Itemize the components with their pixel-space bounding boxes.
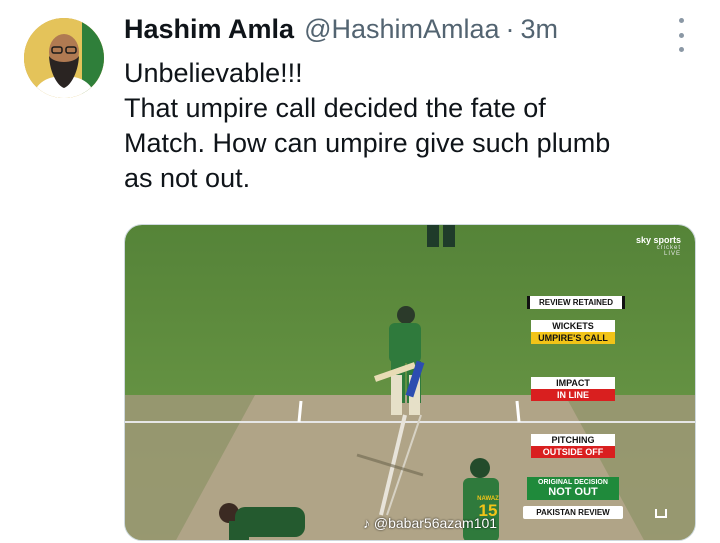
author-handle[interactable]: @HashimAmlaa <box>304 14 499 45</box>
more-vertical-icon-dot <box>678 32 684 38</box>
tweet-media-image[interactable]: sky sports cricket LIVE REVIEW RETAINED … <box>124 224 696 541</box>
drs-impact-value: IN LINE <box>531 389 615 401</box>
broadcaster-logo: sky sports cricket LIVE <box>633 235 681 257</box>
tweet-header: Hashim Amla @HashimAmlaa · 3m <box>124 14 664 50</box>
drs-original-value: NOT OUT <box>548 486 598 498</box>
more-vertical-icon <box>678 18 684 23</box>
more-options-button[interactable] <box>670 18 692 52</box>
drs-pitching-box: PITCHING OUTSIDE OFF <box>531 434 615 458</box>
tweet-text-line: That umpire call decided the fate of <box>124 93 546 123</box>
drs-impact-box: IMPACT IN LINE <box>531 377 615 401</box>
drs-wickets-label: WICKETS <box>531 320 615 332</box>
meta-separator: · <box>505 14 515 44</box>
broadcaster-live: LIVE <box>663 251 681 257</box>
drs-pitching-label: PITCHING <box>531 434 615 446</box>
drs-wickets-box: WICKETS UMPIRE'S CALL <box>531 320 615 344</box>
drs-impact-label: IMPACT <box>531 377 615 389</box>
more-vertical-icon-dot <box>678 47 684 52</box>
tweet-text: Unbelievable!!! That umpire call decided… <box>124 56 704 196</box>
tweet-text-line: as not out. <box>124 163 251 193</box>
broadcaster-name: sky sports <box>635 235 681 245</box>
drs-wickets-value: UMPIRE'S CALL <box>531 332 615 344</box>
tweet-text-line: Match. How can umpire give such plumb <box>124 128 611 158</box>
expand-icon[interactable] <box>655 509 667 518</box>
drs-review-status: REVIEW RETAINED <box>527 296 625 309</box>
watermark: ♪ @babar56azam101 <box>363 515 497 531</box>
drs-review-team: PAKISTAN REVIEW <box>523 506 623 519</box>
tweet-text-line: Unbelievable!!! <box>124 58 303 88</box>
drs-original-label: ORIGINAL DECISION <box>538 479 608 486</box>
drs-pitching-value: OUTSIDE OFF <box>531 446 615 458</box>
tweet-timestamp[interactable]: 3m <box>521 14 559 45</box>
avatar[interactable] <box>24 18 104 98</box>
tiktok-icon: ♪ <box>363 515 370 531</box>
bowler-figure <box>219 503 305 540</box>
avatar-image <box>24 18 104 98</box>
watermark-text: @babar56azam101 <box>373 515 498 531</box>
author-name[interactable]: Hashim Amla <box>124 14 294 45</box>
drs-original-decision-box: ORIGINAL DECISION NOT OUT <box>527 477 619 500</box>
